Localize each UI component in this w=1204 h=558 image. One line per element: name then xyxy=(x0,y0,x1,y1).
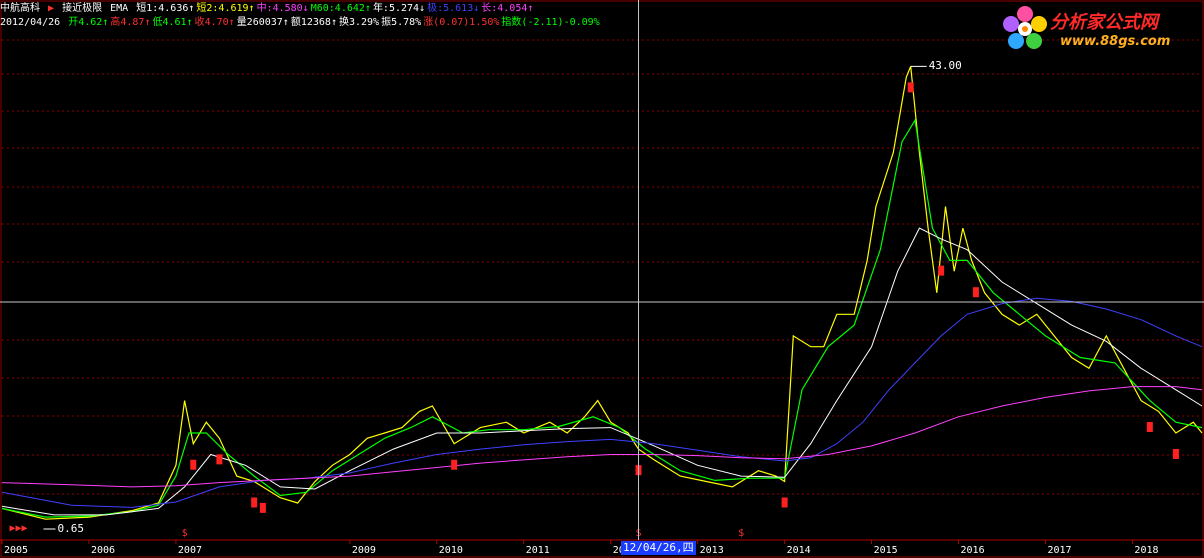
sell-marker-11 xyxy=(1172,448,1179,459)
quote-value-0: 开4.62↑ xyxy=(68,17,109,28)
buy-marker-0: $ xyxy=(182,528,188,539)
ma-series xyxy=(1,66,1203,520)
crosshair-date-label: 12/04/26,四 xyxy=(621,541,696,555)
quote-value-2: 低4.61↑ xyxy=(152,17,193,28)
x-tick-label-8: 2014 xyxy=(787,545,811,556)
site-logo[interactable]: 分析家公式网 www.88gs.com xyxy=(996,2,1196,56)
indicator-param-0: 短1:4.636↑ xyxy=(136,3,195,14)
x-tick-label-9: 2015 xyxy=(874,545,898,556)
sell-marker-2 xyxy=(251,497,258,508)
logo-url: www.88gs.com xyxy=(1060,34,1171,49)
sell-marker-10 xyxy=(1146,422,1153,432)
quote-header: 2012/04/26 开4.62↑ 高4.87↑ 低4.61↑ 收4.70↑ 量2600… xyxy=(0,16,604,30)
x-tick-label-0: 2005 xyxy=(4,545,28,556)
indicator-param-2: 中:4.580↓ xyxy=(256,3,309,14)
sell-marker-3 xyxy=(259,502,266,513)
series-line-4 xyxy=(1,386,1203,488)
flower-logo-icon xyxy=(1003,6,1047,49)
indicator-name[interactable]: 接近极限 xyxy=(62,3,102,14)
logo-name: 分析家公式网 xyxy=(1050,12,1158,33)
play-icon[interactable]: ▶ xyxy=(48,3,54,14)
x-tick-label-7: 2013 xyxy=(700,545,724,556)
indicator-params: 短1:4.636↑ 短2:4.619↑ 中:4.580↓ M60:4.642↑ 年:5.… xyxy=(136,3,535,14)
chart-frame xyxy=(0,0,1204,558)
x-tick-label-11: 2017 xyxy=(1047,545,1071,556)
quote-value-7: 振5.78% xyxy=(381,17,422,28)
series-line-2 xyxy=(1,227,1203,516)
sell-marker-0 xyxy=(190,459,197,470)
low-arrows-icon: ▶▶▶ xyxy=(9,522,28,534)
series-line-3 xyxy=(1,297,1203,508)
series-line-0 xyxy=(1,66,1203,520)
buy-marker-2: $ xyxy=(738,528,744,539)
quote-date: 2012/04/26 xyxy=(0,17,61,28)
price-chart[interactable]: 2005200620072009201020112012201320142015… xyxy=(0,0,1204,558)
sell-marker-9 xyxy=(972,287,979,298)
x-tick-label-3: 2009 xyxy=(352,545,376,556)
indicator-param-1: 短2:4.619↑ xyxy=(196,3,255,14)
low-value-label: 0.65 xyxy=(57,521,84,535)
indicator-param-3: M60:4.642↑ xyxy=(310,3,371,14)
sell-marker-8 xyxy=(938,265,945,276)
chart-grid xyxy=(0,0,1204,558)
sell-marker-6 xyxy=(781,497,788,508)
indicator-param-5: 极:5.613↓ xyxy=(427,3,480,14)
x-tick-label-5: 2011 xyxy=(526,545,550,556)
peak-value-label: 43.00 xyxy=(928,59,962,73)
sell-marker-7 xyxy=(907,82,914,93)
quote-value-8: 涨(0.07)1.50% xyxy=(423,17,500,28)
quote-value-6: 换3.29% xyxy=(338,17,380,28)
x-tick-label-1: 2006 xyxy=(91,545,115,556)
quote-value-4: 量260037↑ xyxy=(236,17,289,28)
sell-marker-1 xyxy=(216,454,223,465)
x-tick-label-10: 2016 xyxy=(961,545,985,556)
x-axis: 2005200620072009201020112012201320142015… xyxy=(0,539,1204,556)
indicator-param-4: 年:5.274↓ xyxy=(372,3,426,14)
indicator-header: 中航高科 ▶ 接近极限 EMA 短1:4.636↑ 短2:4.619↑ 中:4.58… xyxy=(0,2,537,16)
sell-marker-4 xyxy=(451,459,458,470)
quote-value-5: 额12368↑ xyxy=(290,17,337,28)
stock-name[interactable]: 中航高科 xyxy=(0,3,40,14)
quote-value-9: 指数(-2.11)-0.09% xyxy=(501,17,600,28)
indicator-param-6: 长:4.054↑ xyxy=(481,3,534,14)
quote-value-3: 收4.70↑ xyxy=(194,17,235,28)
x-tick-label-4: 2010 xyxy=(439,545,463,556)
quote-values: 开4.62↑ 高4.87↑ 低4.61↑ 收4.70↑ 量260037↑ 额12368↑ 换… xyxy=(68,17,601,28)
x-tick-label-12: 2018 xyxy=(1134,545,1158,556)
quote-value-1: 高4.87↑ xyxy=(110,17,151,28)
x-tick-label-2: 2007 xyxy=(178,545,202,556)
ma-type: EMA xyxy=(110,3,129,14)
series-line-1 xyxy=(1,118,1203,518)
